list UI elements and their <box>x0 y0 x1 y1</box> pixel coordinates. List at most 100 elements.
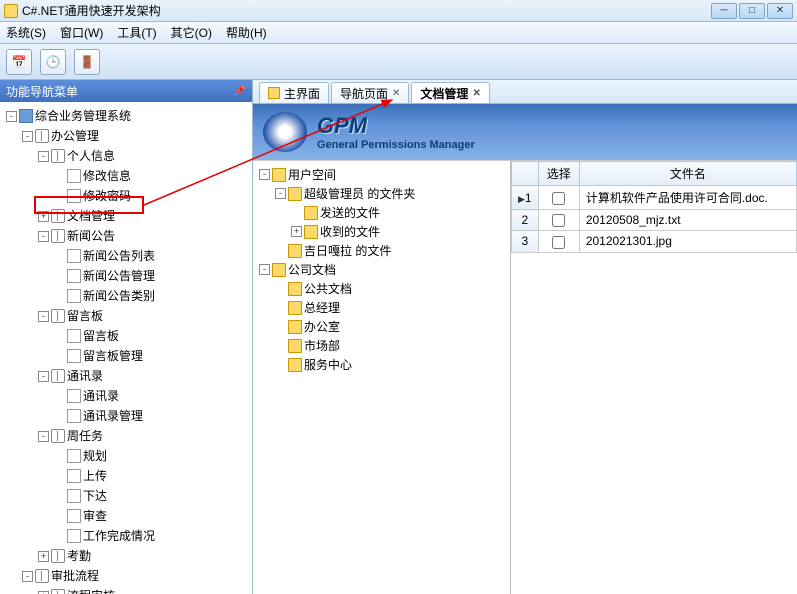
tree-item[interactable]: -个人信息 <box>38 146 250 166</box>
column-header[interactable]: 选择 <box>538 162 579 186</box>
menu-help[interactable]: 帮助(H) <box>226 24 267 41</box>
tab[interactable]: 导航页面 ✕ <box>331 82 409 103</box>
tree-item[interactable]: 新闻公告列表 <box>54 246 250 266</box>
tree-label: 文档管理 <box>67 207 115 225</box>
tree-item[interactable]: -超级管理员 的文件夹 <box>275 184 508 203</box>
tree-expander-icon[interactable]: - <box>275 188 286 199</box>
tree-label: 新闻公告类别 <box>83 287 155 305</box>
tree-item[interactable]: +收到的文件 <box>291 222 508 241</box>
tree-label: 市场部 <box>304 337 340 354</box>
tree-item[interactable]: 吉日嘎拉 的文件 <box>275 241 508 260</box>
tree-item[interactable]: - 留言板 <box>38 306 250 326</box>
book-icon <box>51 149 65 163</box>
tree-item[interactable]: -综合业务管理系统 <box>6 106 250 126</box>
clock-icon[interactable]: 🕒 <box>40 49 66 75</box>
book-icon <box>51 369 65 383</box>
tree-item[interactable]: -新闻公告 <box>38 226 250 246</box>
tree-expander-icon[interactable]: - <box>6 111 17 122</box>
tree-item[interactable]: 新闻公告管理 <box>54 266 250 286</box>
tree-expander-icon[interactable]: - <box>22 131 33 142</box>
folder-icon <box>288 187 302 201</box>
tree-expander-icon[interactable]: + <box>38 591 49 594</box>
tree-item[interactable]: 上传 <box>54 466 250 486</box>
root-icon <box>19 109 33 123</box>
tree-item[interactable]: 办公室 <box>275 317 508 336</box>
menu-window[interactable]: 窗口(W) <box>60 24 103 41</box>
calendar-icon[interactable]: 📅 <box>6 49 32 75</box>
tree-item[interactable]: 市场部 <box>275 336 508 355</box>
tree-expander-icon[interactable]: + <box>38 211 49 222</box>
tree-label: 公司文档 <box>288 261 336 278</box>
tree-item[interactable]: 通讯录管理 <box>54 406 250 426</box>
tree-expander-icon[interactable]: + <box>291 226 302 237</box>
tree-item[interactable]: 修改密码 <box>54 186 250 206</box>
tree-item[interactable]: 服务中心 <box>275 355 508 374</box>
tree-item[interactable]: +流程审核 <box>38 586 250 594</box>
banner-subtitle: General Permissions Manager <box>317 139 475 151</box>
tree-expander-icon[interactable]: - <box>38 431 49 442</box>
row-checkbox[interactable] <box>552 192 565 205</box>
row-checkbox[interactable] <box>552 214 565 227</box>
tree-expander-icon[interactable]: - <box>38 371 49 382</box>
pin-icon[interactable]: 📌 <box>234 86 246 97</box>
tree-item[interactable]: 新闻公告类别 <box>54 286 250 306</box>
table-row[interactable]: 220120508_mjz.txt <box>512 210 797 231</box>
tree-item[interactable]: 发送的文件 <box>291 203 508 222</box>
tab-label: 导航页面 <box>340 85 388 102</box>
close-button[interactable]: ✕ <box>767 3 793 19</box>
file-icon <box>67 509 81 523</box>
tree-expander-icon[interactable]: - <box>259 264 270 275</box>
tree-item[interactable]: + 文档管理 <box>38 206 250 226</box>
folder-icon <box>272 263 286 277</box>
tree-item[interactable]: -通讯录 <box>38 366 250 386</box>
tree-item[interactable]: -审批流程 <box>22 566 250 586</box>
row-checkbox[interactable] <box>552 236 565 249</box>
cell-filename: 2012021301.jpg <box>579 231 796 252</box>
tab[interactable]: 文档管理✕ <box>411 82 489 103</box>
tree-expander-icon[interactable]: - <box>38 311 49 322</box>
minimize-button[interactable]: ─ <box>711 3 737 19</box>
maximize-button[interactable]: □ <box>739 3 765 19</box>
tree-item[interactable]: -办公管理 <box>22 126 250 146</box>
table-row[interactable]: 32012021301.jpg <box>512 231 797 252</box>
cell-select <box>538 186 579 210</box>
exit-icon[interactable]: 🚪 <box>74 49 100 75</box>
tree-expander-icon[interactable]: - <box>38 231 49 242</box>
tab-close-icon[interactable]: ✕ <box>392 88 400 99</box>
tree-item[interactable]: 下达 <box>54 486 250 506</box>
tree-item[interactable]: 通讯录 <box>54 386 250 406</box>
tree-item[interactable]: 审查 <box>54 506 250 526</box>
tree-item[interactable]: 规划 <box>54 446 250 466</box>
tree-label: 留言板 <box>67 307 103 325</box>
tree-item[interactable]: 总经理 <box>275 298 508 317</box>
tree-label: 规划 <box>83 447 107 465</box>
tree-item[interactable]: 公共文档 <box>275 279 508 298</box>
file-icon <box>67 409 81 423</box>
tree-item[interactable]: 留言板管理 <box>54 346 250 366</box>
menu-tools[interactable]: 工具(T) <box>117 24 156 41</box>
menu-other[interactable]: 其它(O) <box>171 24 212 41</box>
tab-close-icon[interactable]: ✕ <box>472 88 480 99</box>
tree-item[interactable]: 工作完成情况 <box>54 526 250 546</box>
table-row[interactable]: 1计算机软件产品使用许可合同.doc. <box>512 186 797 210</box>
tree-item[interactable]: -用户空间 <box>259 165 508 184</box>
tree-expander-icon[interactable]: - <box>22 571 33 582</box>
row-number: 1 <box>512 186 539 210</box>
tree-item[interactable]: - 周任务 <box>38 426 250 446</box>
tree-expander-icon[interactable]: + <box>38 551 49 562</box>
tree-label: 通讯录管理 <box>83 407 143 425</box>
file-icon <box>67 349 81 363</box>
tree-item[interactable]: 留言板 <box>54 326 250 346</box>
file-icon <box>67 169 81 183</box>
tree-item[interactable]: +考勤 <box>38 546 250 566</box>
tree-expander-icon[interactable]: - <box>38 151 49 162</box>
column-header[interactable]: 文件名 <box>579 162 796 186</box>
tree-item[interactable]: 修改信息 <box>54 166 250 186</box>
tree-item[interactable]: - 公司文档 <box>259 260 508 279</box>
tab[interactable]: 主界面 <box>259 82 329 103</box>
tree-label: 周任务 <box>67 427 103 445</box>
tree-label: 吉日嘎拉 的文件 <box>304 242 391 259</box>
tree-expander-icon[interactable]: - <box>259 169 270 180</box>
banner-title: GPM <box>317 113 475 139</box>
menu-system[interactable]: 系统(S) <box>6 24 46 41</box>
